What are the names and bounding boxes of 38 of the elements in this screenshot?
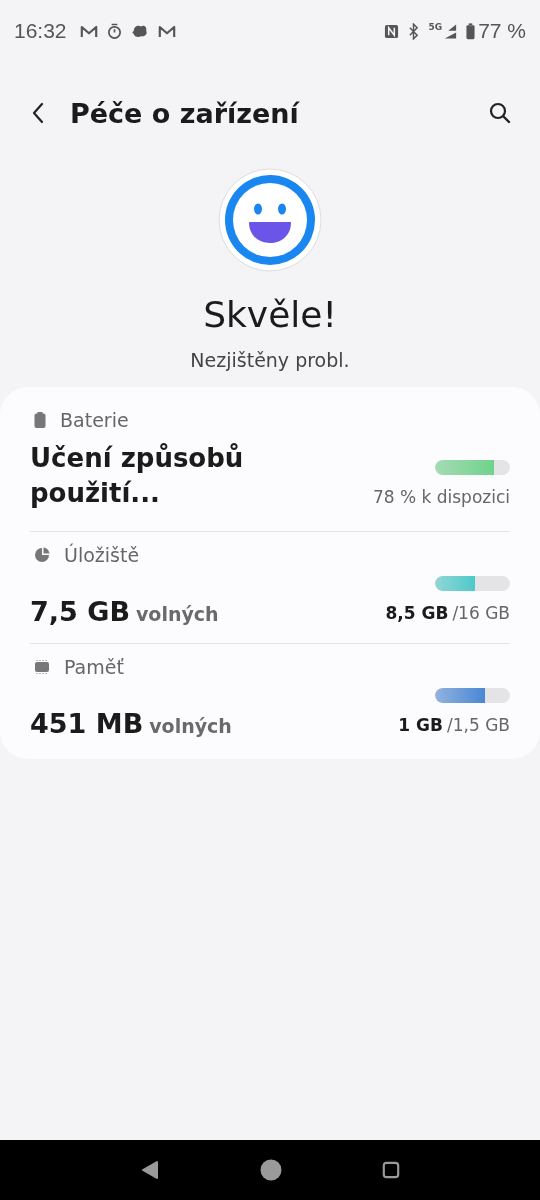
- status-item[interactable]: Paměť 451 MB volných 1 GB /1,5 GB: [30, 643, 510, 756]
- nfc-icon: [384, 23, 400, 39]
- item-label: Úložiště: [64, 544, 140, 567]
- status-subtitle: Nezjištěny probl.: [190, 349, 350, 371]
- battery-percent: 77 %: [478, 19, 526, 43]
- status-time: 16:32: [14, 19, 67, 43]
- used-amount: 1 GB: [398, 715, 443, 736]
- mail-icon: [157, 23, 176, 39]
- battery-icon: [34, 412, 46, 428]
- total-amount: /1,5 GB: [447, 715, 510, 736]
- item-value: 7,5 GB: [30, 596, 130, 628]
- battery-icon: [466, 22, 476, 40]
- status-title: Skvěle!: [203, 294, 337, 335]
- pie-chart-icon: [34, 547, 50, 564]
- item-reading: 78 % k dispozici: [372, 487, 510, 508]
- signal-icon: [443, 22, 458, 40]
- item-value: 451 MB: [30, 708, 144, 740]
- item-label: Baterie: [60, 409, 129, 431]
- total-amount: /16 GB: [452, 603, 510, 624]
- item-value: Učení způsobů použití...: [30, 442, 245, 511]
- mail-icon: [79, 23, 98, 39]
- recents-icon[interactable]: [382, 1161, 400, 1179]
- item-unit: volných: [149, 715, 232, 738]
- home-icon[interactable]: [260, 1159, 282, 1181]
- item-label: Paměť: [64, 656, 124, 679]
- status-item[interactable]: Úložiště 7,5 GB volných 8,5 GB /16 GB: [30, 531, 510, 644]
- network-type: 5G: [428, 22, 443, 32]
- back-icon[interactable]: [32, 102, 44, 124]
- back-icon[interactable]: [140, 1160, 160, 1180]
- chip-icon: [34, 659, 50, 676]
- used-amount: 8,5 GB: [385, 603, 449, 624]
- bluetooth-icon: [408, 22, 420, 40]
- timer-icon: [106, 22, 122, 40]
- search-icon[interactable]: [488, 101, 512, 125]
- page-title: Péče o zařízení: [70, 97, 299, 129]
- item-unit: volných: [136, 603, 219, 626]
- smiley-icon: [218, 168, 322, 272]
- status-item[interactable]: Baterie Učení způsobů použití... 78 % k dispozici: [30, 397, 510, 532]
